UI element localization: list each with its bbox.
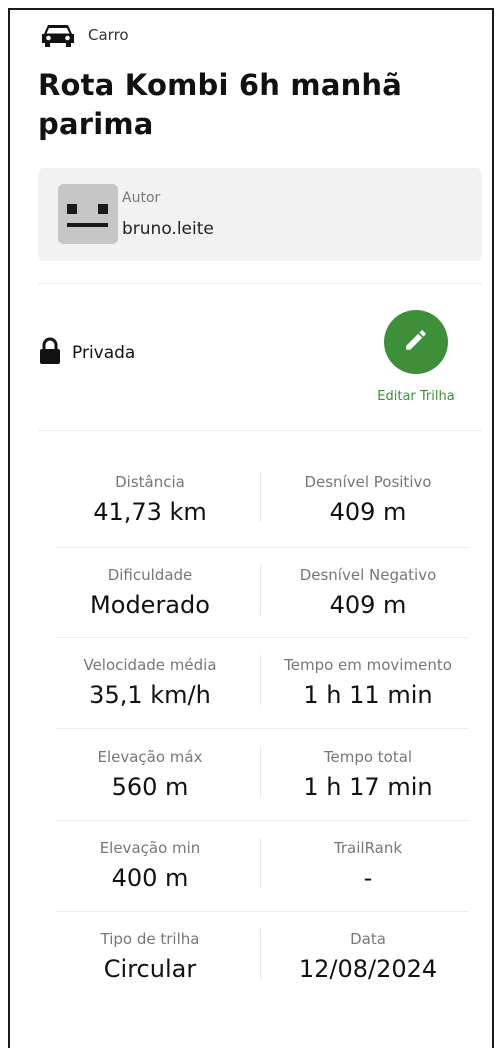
stat-value: 560 m: [111, 773, 189, 801]
row-divider: [56, 547, 468, 548]
privacy-label: Privada: [72, 343, 136, 363]
stat-label: Desnível Positivo: [304, 473, 432, 491]
page-title: Rota Kombi 6h manhã parima: [38, 68, 403, 141]
author-label: Autor: [122, 190, 161, 206]
activity-type: Carro: [40, 22, 129, 48]
stat-value: 409 m: [329, 591, 407, 619]
column-divider: [260, 747, 261, 797]
stat-value: Circular: [103, 955, 197, 983]
column-divider: [260, 655, 261, 705]
divider: [38, 430, 482, 431]
column-divider: [260, 472, 261, 522]
stat-value: Moderado: [90, 591, 210, 619]
stat-value: 1 h 17 min: [303, 773, 433, 801]
stat-label: Distância: [115, 473, 185, 491]
column-divider: [260, 929, 261, 979]
stat-date: Data 12/08/2024: [258, 929, 478, 984]
stat-distance: Distância 41,73 km: [40, 472, 260, 527]
stat-moving-time: Tempo em movimento 1 h 11 min: [258, 655, 478, 710]
stat-min-elevation: Elevação min 400 m: [40, 838, 260, 893]
stat-value: 1 h 11 min: [303, 681, 433, 709]
edit-trail-label[interactable]: Editar Trilha: [356, 389, 476, 404]
stat-label: Tempo total: [323, 748, 413, 766]
stat-elevation-gain: Desnível Positivo 409 m: [258, 472, 478, 527]
stat-elevation-loss: Desnível Negativo 409 m: [258, 565, 478, 620]
column-divider: [260, 565, 261, 615]
stat-label: Tipo de trilha: [100, 930, 200, 948]
car-icon: [40, 22, 76, 48]
stat-value: 409 m: [329, 498, 407, 526]
author-card[interactable]: Autor bruno.leite: [38, 168, 482, 261]
stat-value: 400 m: [111, 864, 189, 892]
lock-icon: [40, 337, 60, 369]
stat-label: Elevação máx: [97, 748, 203, 766]
stat-trail-type: Tipo de trilha Circular: [40, 929, 260, 984]
row-divider: [56, 911, 468, 912]
robot-face-avatar: [58, 184, 118, 244]
stat-total-time: Tempo total 1 h 17 min: [258, 747, 478, 802]
stat-label: Data: [350, 930, 386, 948]
stat-label: Velocidade média: [83, 656, 217, 674]
stat-trailrank: TrailRank -: [258, 838, 478, 893]
row-divider: [56, 637, 468, 638]
stat-max-elevation: Elevação máx 560 m: [40, 747, 260, 802]
stat-average-speed: Velocidade média 35,1 km/h: [40, 655, 260, 710]
stat-value: -: [363, 864, 373, 892]
stat-label: Dificuldade: [107, 566, 193, 584]
pencil-icon: [403, 327, 429, 357]
author-name[interactable]: bruno.leite: [122, 219, 214, 239]
divider: [38, 283, 482, 284]
activity-label: Carro: [88, 26, 129, 44]
privacy-status: Privada: [40, 337, 135, 369]
stat-label: TrailRank: [333, 839, 403, 857]
stat-value: 35,1 km/h: [89, 681, 211, 709]
row-divider: [56, 728, 468, 729]
stat-value: 12/08/2024: [298, 955, 438, 983]
row-divider: [56, 820, 468, 821]
stat-label: Tempo em movimento: [284, 656, 452, 674]
stat-label: Desnível Negativo: [299, 566, 437, 584]
stat-value: 41,73 km: [93, 498, 207, 526]
edit-trail-button[interactable]: [384, 310, 448, 374]
stat-difficulty: Dificuldade Moderado: [40, 565, 260, 620]
stat-label: Elevação min: [99, 839, 201, 857]
column-divider: [260, 838, 261, 888]
